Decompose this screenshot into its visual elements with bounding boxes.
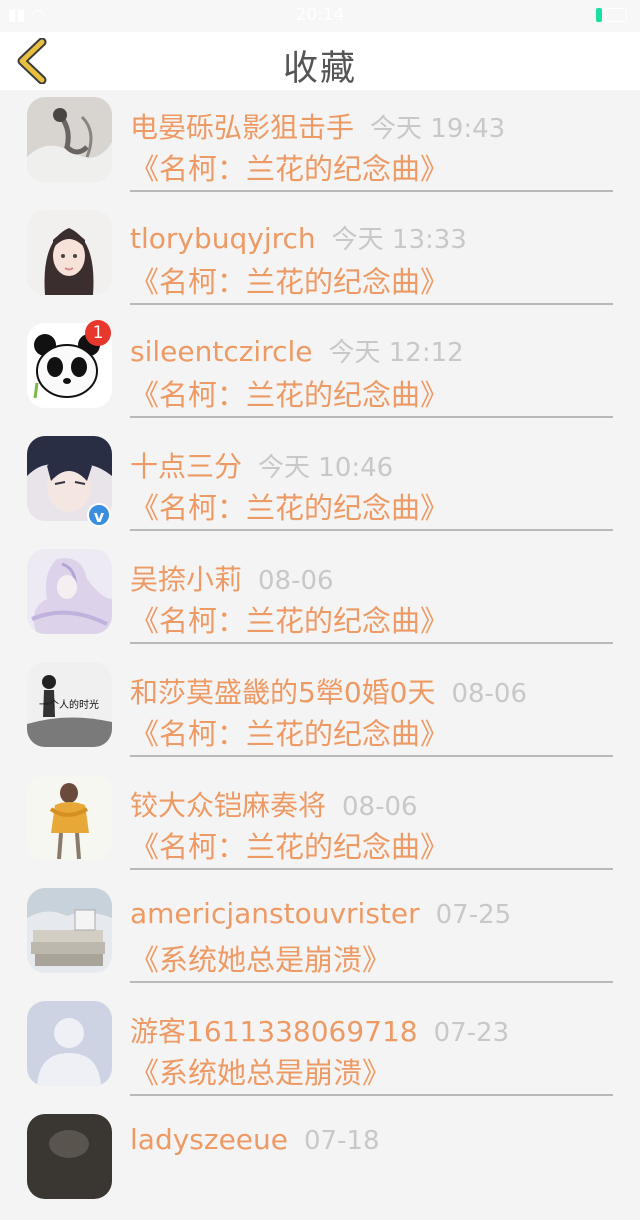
timestamp: 08-06 — [342, 792, 418, 822]
user-name[interactable]: tlorybuqyjrch — [130, 222, 316, 255]
timestamp: 今天 13:33 — [331, 225, 467, 255]
avatar[interactable] — [27, 549, 112, 634]
timestamp: 07-25 — [435, 900, 512, 930]
list-item[interactable]: 铰大众铠麻奏将 08-06 《名柯：兰花的纪念曲》 — [0, 768, 640, 881]
divider — [130, 190, 613, 192]
list-item[interactable]: ladyszeeue 07-18 — [0, 1107, 640, 1220]
svg-text:一个人的时光: 一个人的时光 — [39, 698, 99, 711]
user-name[interactable]: 电晏砾弘影狙击手 — [130, 111, 354, 144]
user-name[interactable]: 和莎莫盛畿的5犖0婚0天 — [130, 676, 435, 709]
divider — [130, 755, 613, 757]
timestamp: 08-06 — [258, 566, 334, 596]
timestamp: 今天 10:46 — [258, 453, 394, 483]
work-title[interactable]: 《系统她总是崩溃》 — [130, 937, 391, 979]
work-title[interactable]: 《名柯：兰花的纪念曲》 — [130, 485, 449, 527]
user-name[interactable]: sileentczircle — [130, 335, 313, 368]
avatar[interactable] — [27, 775, 112, 860]
work-title[interactable]: 《名柯：兰花的纪念曲》 — [130, 824, 449, 866]
avatar[interactable] — [27, 1001, 112, 1086]
user-name[interactable]: 游客1611338069718 — [130, 1015, 418, 1048]
divider — [130, 529, 613, 531]
divider — [130, 303, 613, 305]
user-name[interactable]: 十点三分 — [130, 450, 242, 483]
avatar[interactable] — [27, 210, 112, 295]
divider — [130, 1094, 613, 1096]
timestamp: 07-23 — [433, 1018, 510, 1048]
divider — [130, 868, 613, 870]
work-title[interactable]: 《系统她总是崩溃》 — [130, 1050, 391, 1092]
nav-bar: 收藏 — [0, 32, 640, 90]
work-title[interactable]: 《名柯：兰花的纪念曲》 — [130, 711, 449, 753]
work-title[interactable]: 《名柯：兰花的纪念曲》 — [130, 259, 449, 301]
user-name[interactable]: 铰大众铠麻奏将 — [130, 789, 326, 822]
list-item[interactable]: 游客1611338069718 07-23 《系统她总是崩溃》 — [0, 994, 640, 1107]
list-item[interactable]: v 十点三分 今天 10:46 《名柯：兰花的纪念曲》 — [0, 429, 640, 542]
timestamp: 07-18 — [304, 1126, 380, 1156]
user-name[interactable]: 吴捺小莉 — [130, 563, 242, 596]
notification-badge: 1 — [85, 320, 111, 346]
divider — [130, 642, 613, 644]
page-title: 收藏 — [282, 49, 357, 89]
avatar[interactable]: 一个人的时光 — [27, 662, 112, 747]
timestamp: 今天 19:43 — [370, 114, 506, 144]
status-bar: ▮▮ ◠ 20:14 — [0, 0, 640, 32]
battery-icon — [596, 8, 630, 22]
divider — [130, 416, 613, 418]
user-name[interactable]: ladyszeeue — [130, 1123, 288, 1156]
status-time: 20:14 — [295, 5, 345, 25]
verified-v-icon: v — [87, 503, 111, 527]
work-title[interactable]: 《名柯：兰花的纪念曲》 — [130, 372, 449, 414]
favorites-list: 电晏砾弘影狙击手 今天 19:43 《名柯：兰花的纪念曲》 tlorybuqyjr… — [0, 90, 640, 1220]
work-title[interactable]: 《名柯：兰花的纪念曲》 — [130, 598, 449, 640]
list-item[interactable]: americjanstouvrister 07-25 《系统她总是崩溃》 — [0, 881, 640, 994]
avatar[interactable] — [27, 97, 112, 182]
timestamp: 08-06 — [451, 679, 528, 709]
avatar[interactable] — [27, 888, 112, 973]
list-item[interactable]: 1 sileentczircle 今天 12:12 《名柯：兰花的纪念曲》 — [0, 316, 640, 429]
divider — [130, 981, 613, 983]
list-item[interactable]: tlorybuqyjrch 今天 13:33 《名柯：兰花的纪念曲》 — [0, 203, 640, 316]
work-title[interactable]: 《名柯：兰花的纪念曲》 — [130, 146, 449, 188]
timestamp: 今天 12:12 — [328, 338, 464, 368]
avatar[interactable] — [27, 1114, 112, 1199]
list-item[interactable]: 电晏砾弘影狙击手 今天 19:43 《名柯：兰花的纪念曲》 — [0, 90, 640, 203]
user-name[interactable]: americjanstouvrister — [130, 897, 420, 930]
list-item[interactable]: 一个人的时光 和莎莫盛畿的5犖0婚0天 08-06 《名柯：兰花的纪念曲》 — [0, 655, 640, 768]
list-item[interactable]: 吴捺小莉 08-06 《名柯：兰花的纪念曲》 — [0, 542, 640, 655]
